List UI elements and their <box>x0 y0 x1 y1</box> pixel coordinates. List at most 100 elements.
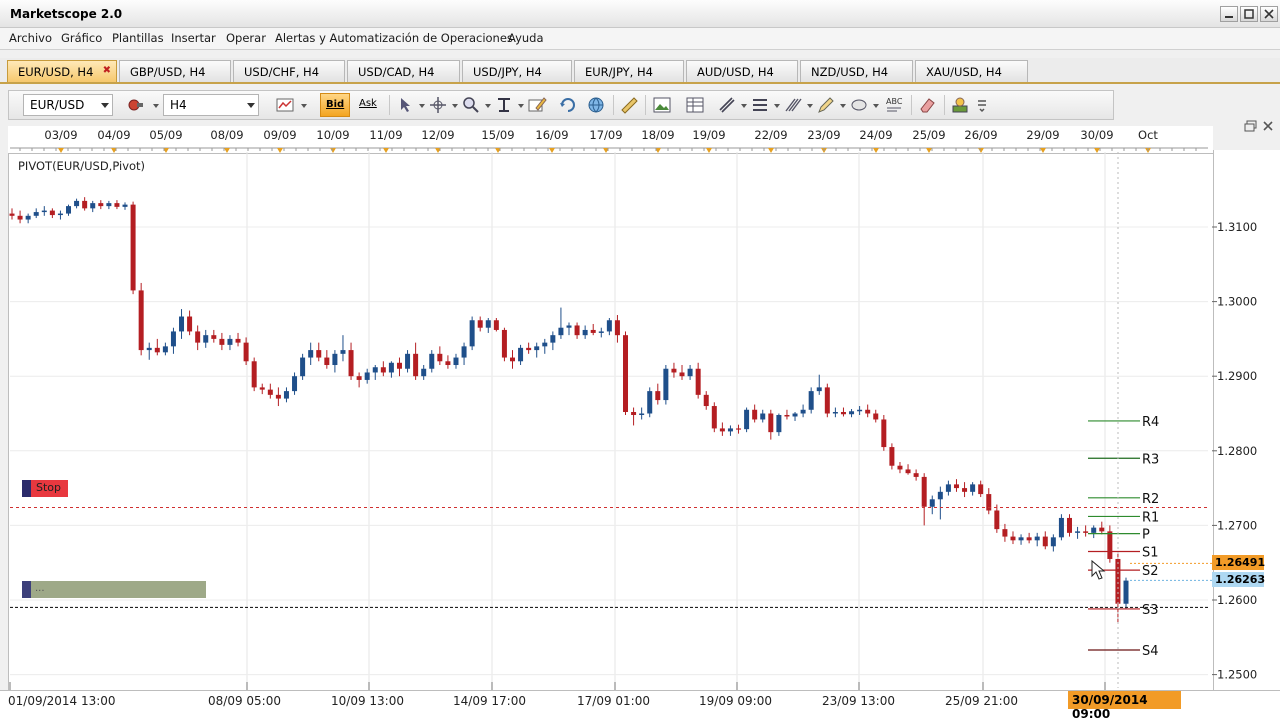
shape-icon[interactable] <box>849 95 871 115</box>
draw-lines-icon[interactable] <box>717 95 739 115</box>
menu-alertas[interactable]: Alertas y Automatización de Operaciones <box>275 31 513 45</box>
tab-label: USD/CHF, H4 <box>244 65 320 79</box>
minimize-icon <box>1225 16 1233 18</box>
chevron-down-icon[interactable] <box>807 104 813 108</box>
tab-gbp-usd[interactable]: GBP/USD, H4 <box>119 60 231 82</box>
close-panel-icon[interactable] <box>1262 120 1276 134</box>
timeframe-select[interactable]: H4 <box>163 94 259 116</box>
menu-insertar[interactable]: Insertar <box>171 31 216 45</box>
chevron-down-icon[interactable] <box>452 104 458 108</box>
menu-operar[interactable]: Operar <box>226 31 266 45</box>
menu-grafico[interactable]: Gráfico <box>61 31 102 45</box>
chevron-down-icon <box>247 103 255 108</box>
image-icon[interactable] <box>652 95 674 115</box>
time-label: 25/09 21:00 <box>945 694 1018 708</box>
more-options-icon[interactable] <box>975 95 997 115</box>
tab-nzd-usd[interactable]: NZD/USD, H4 <box>800 60 913 82</box>
time-label: 08/09 05:00 <box>208 694 281 708</box>
minimize-button[interactable] <box>1220 6 1238 22</box>
close-tab-icon[interactable]: ✖ <box>103 65 111 76</box>
chevron-down-icon[interactable] <box>518 104 524 108</box>
chart-toolbar: EUR/USD H4 Bid Ask ABC <box>8 90 1114 120</box>
tab-label: GBP/USD, H4 <box>130 65 206 79</box>
crosshair-icon[interactable] <box>428 95 450 115</box>
chevron-down-icon[interactable] <box>301 104 307 108</box>
bid-button[interactable]: Bid <box>320 93 350 117</box>
chart-type-icon[interactable] <box>275 95 297 115</box>
horizontal-lines-icon[interactable] <box>750 95 772 115</box>
toolbar-divider <box>613 95 614 115</box>
chevron-down-icon[interactable] <box>741 104 747 108</box>
tab-usd-chf[interactable]: USD/CHF, H4 <box>233 60 345 82</box>
app-title: Marketscope 2.0 <box>10 7 123 21</box>
date-axis-top <box>8 126 1213 154</box>
chart-tabs: EUR/USD, H4 ✖ GBP/USD, H4 USD/CHF, H4 US… <box>0 58 1280 132</box>
time-label: 23/09 13:00 <box>822 694 895 708</box>
chevron-down-icon[interactable] <box>840 104 846 108</box>
title-bar: Marketscope 2.0 <box>0 0 1280 28</box>
tab-label: XAU/USD, H4 <box>926 65 1002 79</box>
tab-label: USD/CAD, H4 <box>358 65 435 79</box>
symbol-value: EUR/USD <box>30 98 85 112</box>
cursor-tool-icon[interactable] <box>395 95 417 115</box>
toolbar-divider <box>911 95 912 115</box>
text-tool-icon[interactable]: ABC <box>884 95 906 115</box>
globe-icon[interactable] <box>586 95 608 115</box>
tab-usd-jpy[interactable]: USD/JPY, H4 <box>462 60 572 82</box>
instrument-icon[interactable] <box>126 95 148 115</box>
toolbar-divider <box>389 95 390 115</box>
refresh-icon[interactable] <box>558 95 580 115</box>
close-button[interactable] <box>1260 6 1278 22</box>
maximize-button[interactable] <box>1240 6 1258 22</box>
price-axis <box>1213 150 1280 690</box>
bid-price-badge: 1.26491 <box>1212 555 1265 570</box>
tab-eur-usd[interactable]: EUR/USD, H4 ✖ <box>7 60 117 82</box>
chart-area[interactable] <box>8 126 1213 710</box>
svg-text:ABC: ABC <box>886 97 903 106</box>
fibonacci-icon[interactable] <box>783 95 805 115</box>
timeframe-value: H4 <box>170 98 187 112</box>
stop-order-marker[interactable]: Stop <box>22 480 68 497</box>
chevron-down-icon[interactable] <box>774 104 780 108</box>
menu-archivo[interactable]: Archivo <box>9 31 52 45</box>
chevron-down-icon <box>101 103 109 108</box>
time-label: 17/09 01:00 <box>577 694 650 708</box>
tab-eur-jpy[interactable]: EUR/JPY, H4 <box>574 60 684 82</box>
time-label: 19/09 09:00 <box>699 694 772 708</box>
symbol-select[interactable]: EUR/USD <box>23 94 113 116</box>
chevron-down-icon[interactable] <box>873 104 879 108</box>
pen-icon[interactable] <box>816 95 838 115</box>
time-label: 01/09/2014 13:00 <box>8 694 116 708</box>
indicator-label: PIVOT(EUR/USD,Pivot) <box>18 159 146 173</box>
tab-label: EUR/JPY, H4 <box>585 65 653 79</box>
chevron-down-icon[interactable] <box>153 104 159 108</box>
toolbar-divider <box>645 95 646 115</box>
table-icon[interactable] <box>685 95 707 115</box>
chevron-down-icon[interactable] <box>419 104 425 108</box>
time-label: 14/09 17:00 <box>453 694 526 708</box>
restore-panel-icon[interactable] <box>1244 120 1260 134</box>
time-label: 10/09 13:00 <box>331 694 404 708</box>
ask-price-badge: 1.26263 <box>1212 572 1265 587</box>
tab-label: AUD/USD, H4 <box>697 65 774 79</box>
tab-label: USD/JPY, H4 <box>473 65 542 79</box>
ask-button[interactable]: Ask <box>355 93 383 117</box>
tab-xau-usd[interactable]: XAU/USD, H4 <box>915 60 1028 82</box>
menu-ayuda[interactable]: Ayuda <box>508 31 544 45</box>
trading-icon[interactable] <box>950 95 972 115</box>
menu-plantillas[interactable]: Plantillas <box>112 31 164 45</box>
ruler-icon[interactable] <box>619 95 641 115</box>
zoom-icon[interactable] <box>461 95 483 115</box>
time-axis-bottom: 01/09/2014 13:00 08/09 05:00 10/09 13:00… <box>0 690 1280 720</box>
tab-label: EUR/USD, H4 <box>18 65 94 79</box>
eraser-icon[interactable] <box>917 95 939 115</box>
tab-label: NZD/USD, H4 <box>811 65 889 79</box>
menu-bar: Archivo Gráfico Plantillas Insertar Oper… <box>0 28 1280 50</box>
maximize-icon <box>1244 9 1254 19</box>
tab-aud-usd[interactable]: AUD/USD, H4 <box>686 60 798 82</box>
tab-usd-cad[interactable]: USD/CAD, H4 <box>347 60 460 82</box>
entry-order-marker[interactable]: ... <box>22 581 206 598</box>
marker-icon[interactable] <box>494 95 516 115</box>
edit-chart-icon[interactable] <box>527 95 549 115</box>
chevron-down-icon[interactable] <box>485 104 491 108</box>
